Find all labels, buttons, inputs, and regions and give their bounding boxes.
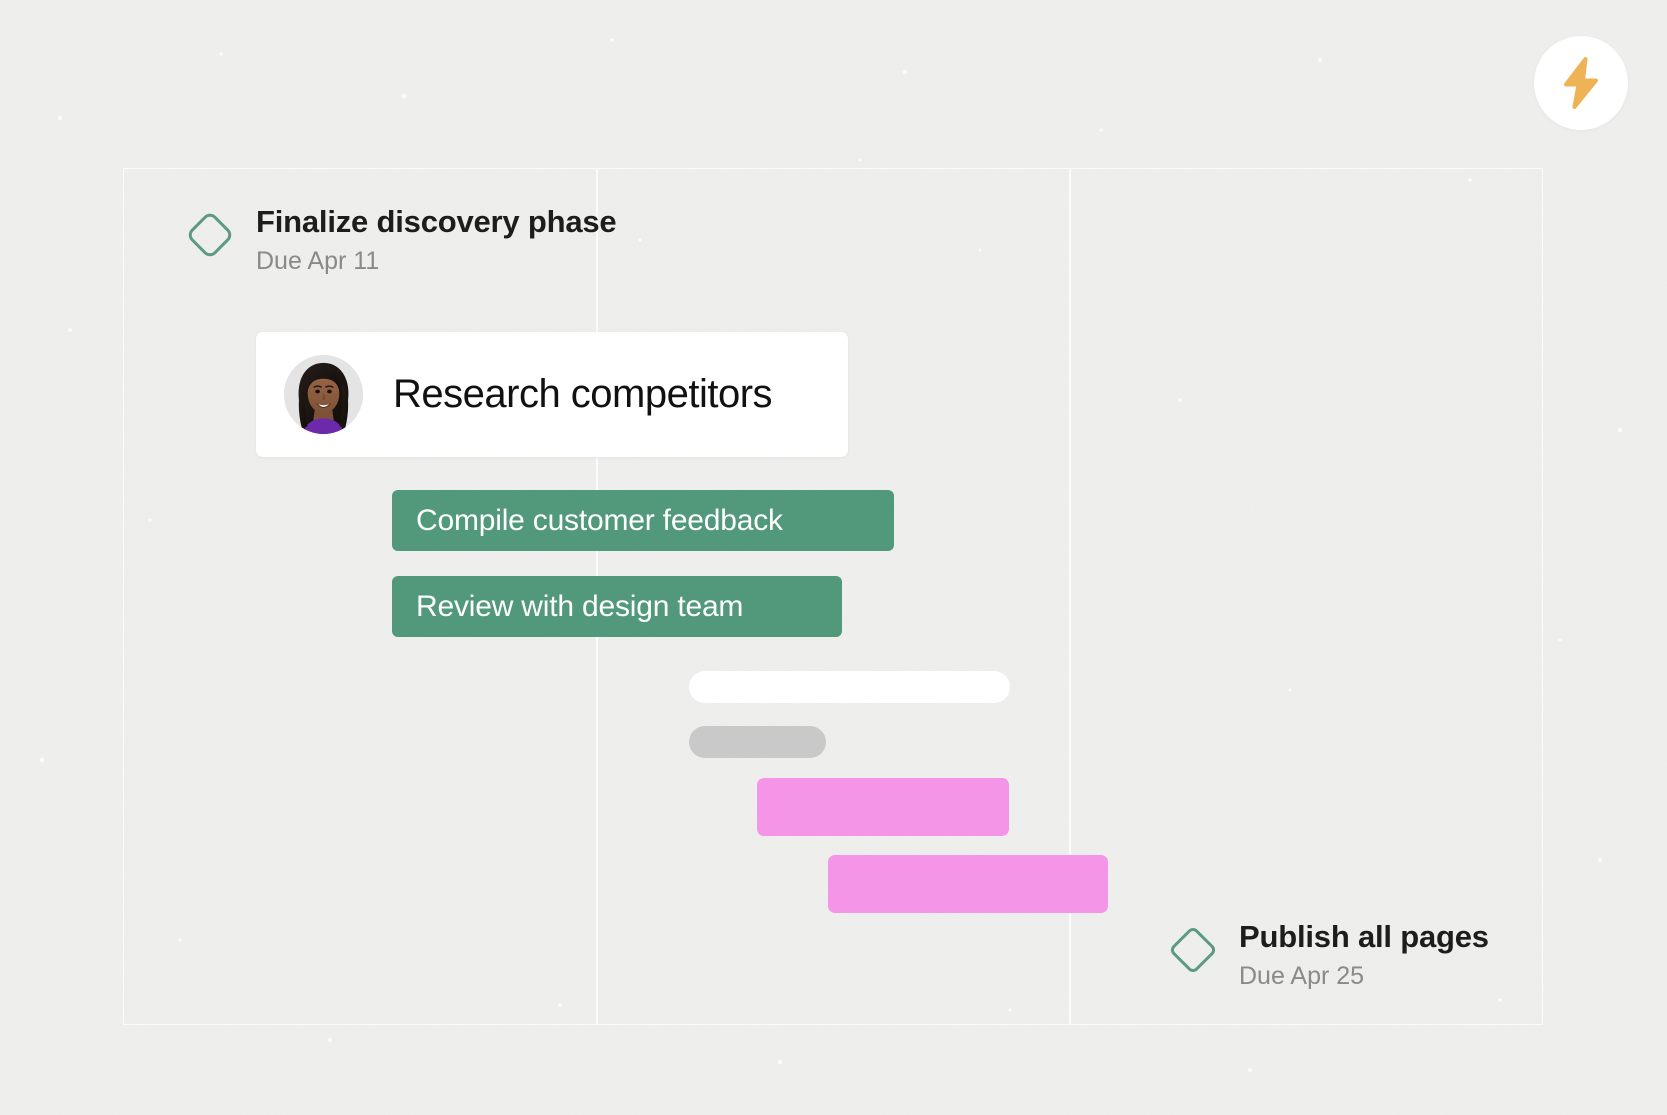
gantt-bar-pink-upper[interactable]	[757, 778, 1009, 836]
task-card-label: Research competitors	[393, 372, 773, 416]
gantt-bar-label: Review with design team	[416, 589, 744, 623]
gantt-bar-label: Compile customer feedback	[416, 503, 783, 537]
gantt-bar-review-with-design-team[interactable]: Review with design team	[392, 576, 842, 637]
gantt-bar-pink-lower[interactable]	[828, 855, 1108, 913]
milestone-title: Publish all pages	[1239, 919, 1489, 954]
task-card-research-competitors[interactable]: Research competitors	[256, 332, 848, 457]
milestone-text-block: Publish all pages Due Apr 25	[1239, 919, 1489, 990]
diamond-milestone-icon	[182, 207, 238, 263]
gantt-bar-placeholder-white[interactable]	[689, 671, 1010, 703]
milestone-due-date: Due Apr 25	[1239, 961, 1365, 990]
milestone-due-date: Due Apr 11	[256, 246, 380, 275]
milestone-text-block: Finalize discovery phase Due Apr 11	[256, 204, 617, 275]
milestone-title: Finalize discovery phase	[256, 204, 617, 239]
lightning-badge[interactable]	[1534, 36, 1628, 130]
milestone-finalize-discovery-phase[interactable]: Finalize discovery phase Due Apr 11	[182, 204, 617, 275]
gantt-bar-compile-customer-feedback[interactable]: Compile customer feedback	[392, 490, 894, 551]
avatar	[284, 355, 363, 434]
milestone-publish-all-pages[interactable]: Publish all pages Due Apr 25	[1165, 919, 1489, 990]
lightning-bolt-icon	[1559, 57, 1603, 109]
diamond-milestone-icon	[1165, 922, 1221, 978]
gantt-bar-placeholder-grey[interactable]	[689, 726, 826, 758]
